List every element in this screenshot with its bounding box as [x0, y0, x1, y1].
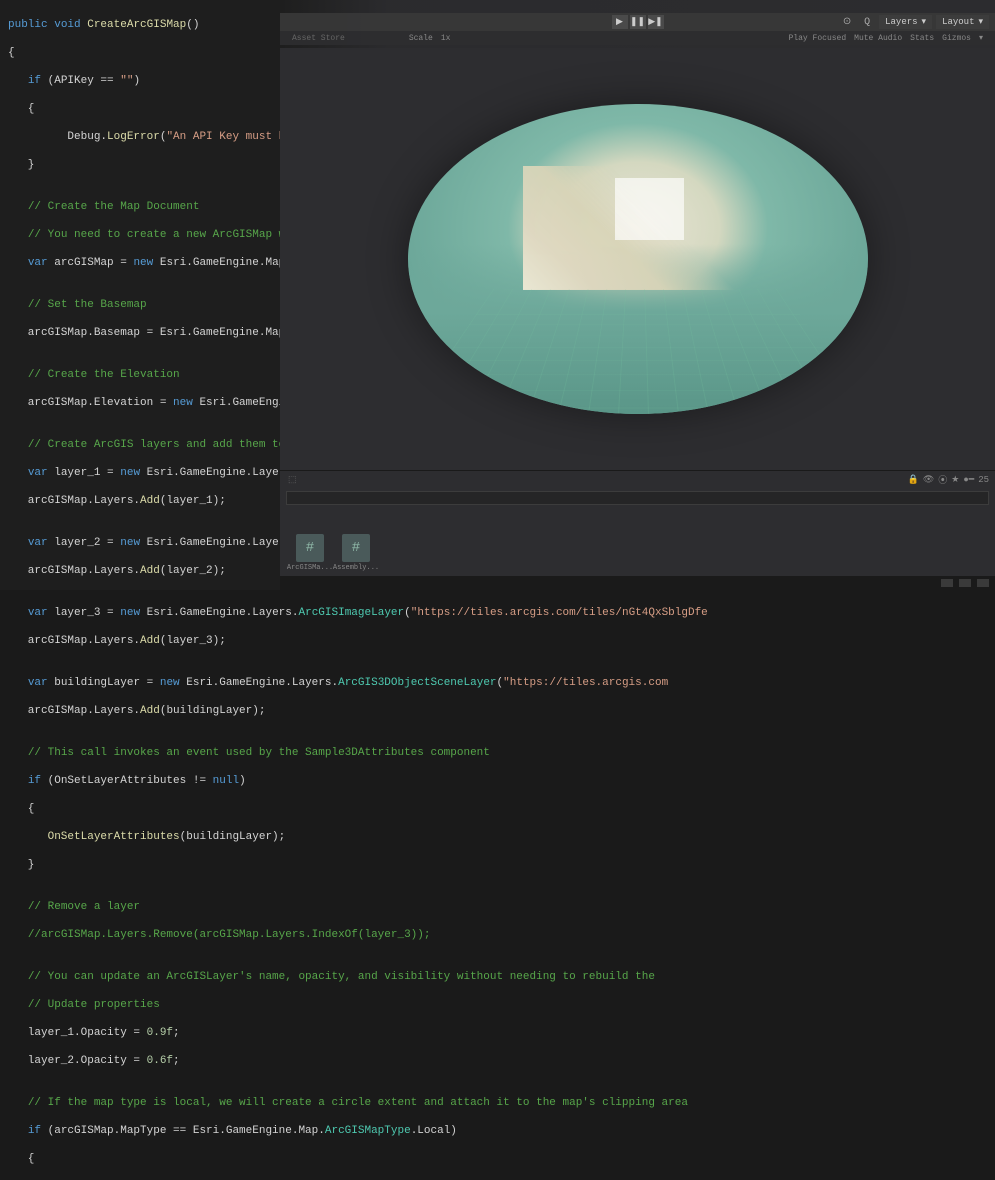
layers-dropdown[interactable]: Layers ▾ — [879, 15, 932, 29]
lock-icon[interactable]: 🔒 — [908, 475, 919, 485]
status-indicator — [959, 579, 971, 587]
chevron-down-icon: ▾ — [922, 17, 927, 27]
project-panel: ⬚ 🔒 👁 ⦿ ★ ●━ 25 # ArcGISMa... # Assembly… — [280, 470, 995, 590]
status-indicator — [977, 579, 989, 587]
layout-label: Layout — [942, 17, 974, 27]
search-icon[interactable]: ⊙ — [839, 14, 855, 30]
count-label: 25 — [978, 475, 989, 485]
csharp-script-icon: # — [296, 534, 324, 562]
step-button[interactable]: ▶❚ — [648, 15, 664, 29]
gizmos-toggle[interactable]: Gizmos — [942, 34, 971, 43]
asset-store-tab[interactable]: Asset Store — [292, 34, 345, 43]
pause-button[interactable]: ❚❚ — [630, 15, 646, 29]
scale-label: Scale — [409, 34, 433, 43]
status-bar — [280, 576, 995, 590]
status-indicator — [941, 579, 953, 587]
unity-scene-view: ▶ ❚❚ ▶❚ ⊙ Q Layers ▾ Layout ▾ Asset Stor… — [280, 0, 995, 470]
project-tab[interactable]: ⬚ — [288, 475, 297, 485]
scene-sub-toolbar: Asset Store Scale 1x Play Focused Mute A… — [280, 31, 995, 45]
project-search[interactable] — [286, 491, 989, 505]
slider-icon[interactable]: ●━ — [963, 475, 974, 485]
map-buildings — [523, 166, 753, 290]
filter-icon[interactable]: ⦿ — [938, 473, 947, 486]
arcgis-map-3d[interactable] — [408, 104, 868, 414]
assembly-icon: # — [342, 534, 370, 562]
view-controls: ⊙ Q Layers ▾ Layout ▾ — [839, 13, 989, 31]
asset-item-arcgis[interactable]: # ArcGISMa... — [292, 534, 328, 572]
visibility-icon[interactable]: 👁 — [923, 475, 934, 485]
asset-label: ArcGISMa... — [287, 564, 333, 572]
play-button[interactable]: ▶ — [612, 15, 628, 29]
chevron-down-icon: ▾ — [979, 33, 983, 43]
asset-label: Assembly... — [333, 564, 379, 572]
layout-dropdown[interactable]: Layout ▾ — [936, 15, 989, 29]
layers-label: Layers — [885, 17, 917, 27]
chevron-down-icon: ▾ — [978, 17, 983, 27]
stats-toggle[interactable]: Stats — [910, 34, 934, 43]
scene-viewport[interactable] — [280, 48, 995, 470]
play-focused[interactable]: Play Focused — [789, 34, 847, 43]
mute-audio-toggle[interactable]: Mute Audio — [854, 34, 902, 43]
asset-item-assembly[interactable]: # Assembly... — [338, 534, 374, 572]
star-icon[interactable]: ★ — [951, 475, 959, 485]
scale-value: 1x — [441, 34, 451, 43]
search-icon-2[interactable]: Q — [859, 14, 875, 30]
